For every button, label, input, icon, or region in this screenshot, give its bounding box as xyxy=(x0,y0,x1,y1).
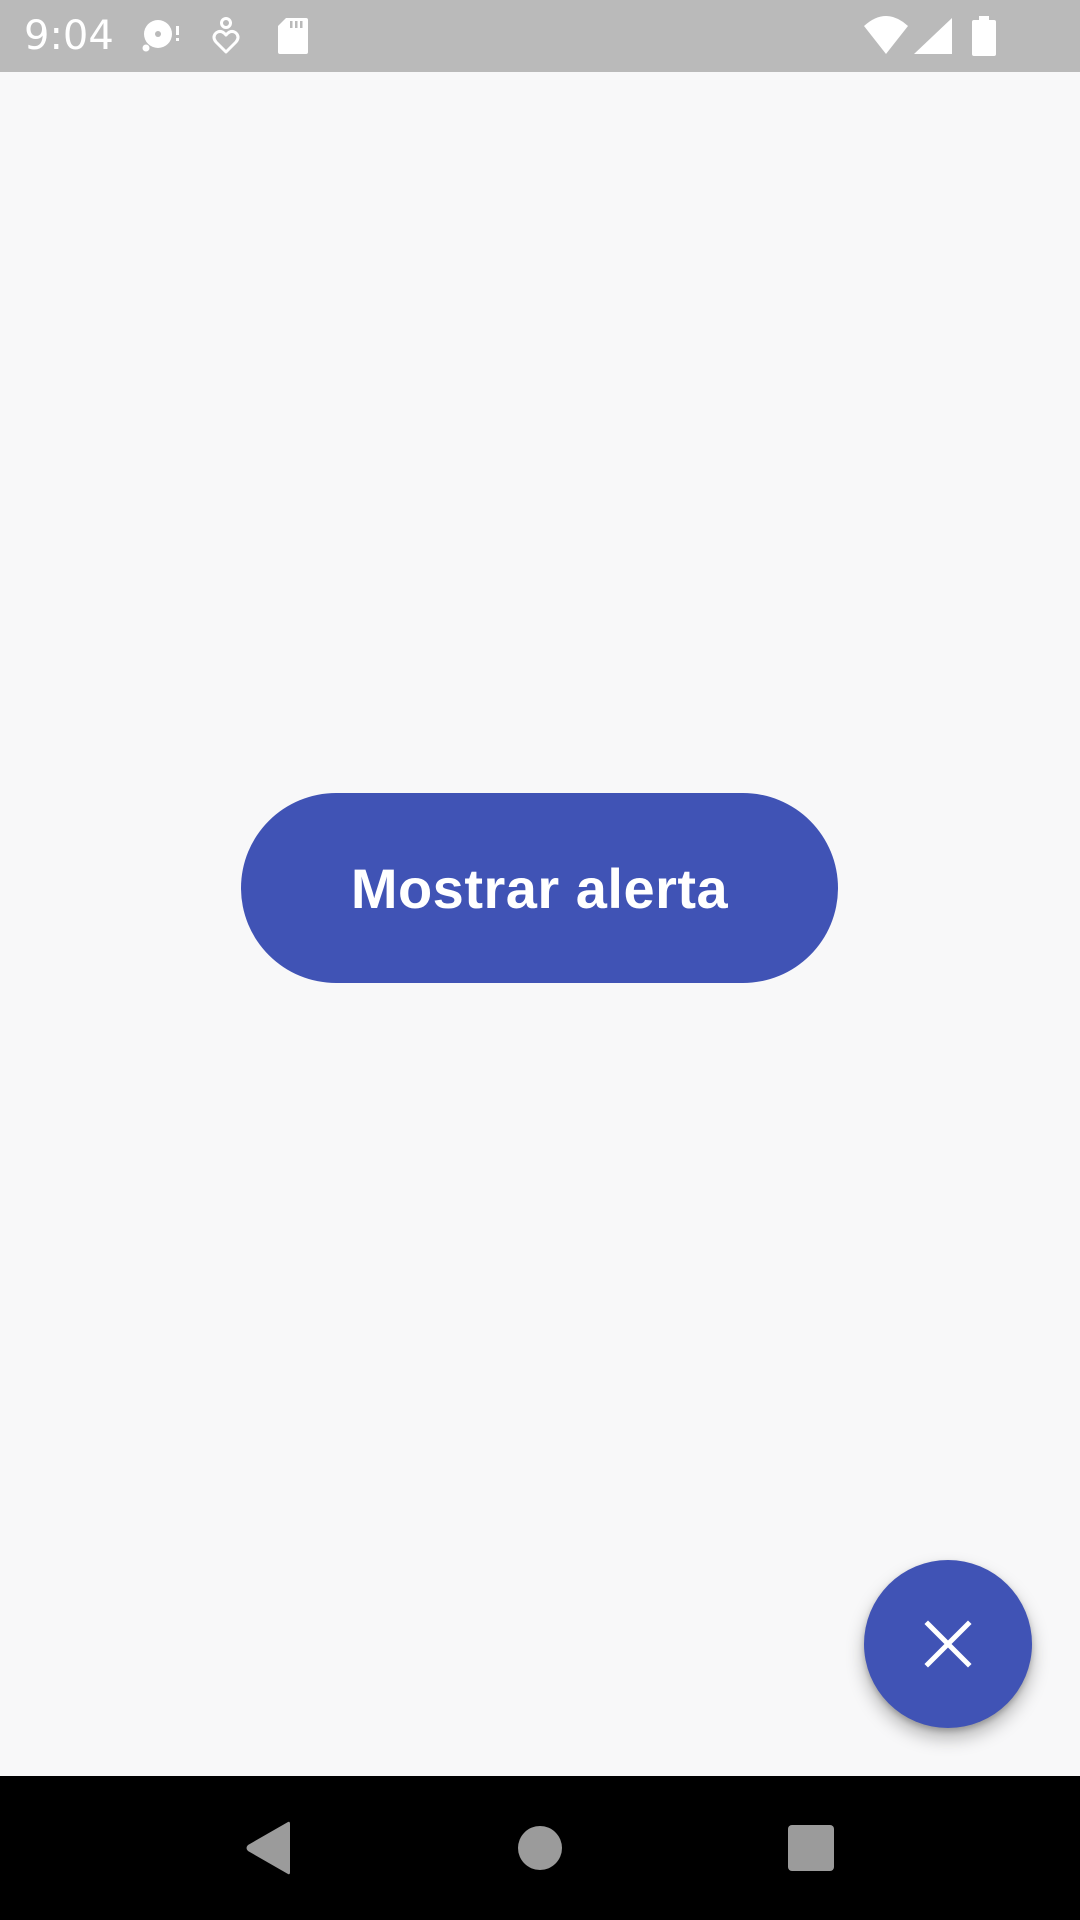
show-alert-button[interactable]: Mostrar alerta xyxy=(241,793,838,983)
main-content: Mostrar alerta xyxy=(0,72,1080,1776)
wifi-icon xyxy=(862,12,910,60)
home-icon xyxy=(504,1812,576,1884)
media-disc-icon xyxy=(138,14,182,58)
battery-icon xyxy=(968,14,1000,58)
recents-button[interactable] xyxy=(774,1812,846,1884)
home-button[interactable] xyxy=(504,1812,576,1884)
sd-card-icon xyxy=(270,14,314,58)
close-icon xyxy=(924,1620,972,1668)
back-button[interactable] xyxy=(234,1812,306,1884)
navigation-bar xyxy=(0,1776,1080,1920)
back-icon xyxy=(234,1812,306,1884)
status-bar: 9:04 xyxy=(0,0,1080,72)
show-alert-button-label: Mostrar alerta xyxy=(350,856,729,920)
heart-pin-icon xyxy=(204,14,248,58)
status-time: 9:04 xyxy=(24,13,114,59)
close-fab-button[interactable] xyxy=(864,1560,1032,1728)
recents-icon xyxy=(774,1812,846,1884)
cell-signal-icon xyxy=(912,14,956,58)
